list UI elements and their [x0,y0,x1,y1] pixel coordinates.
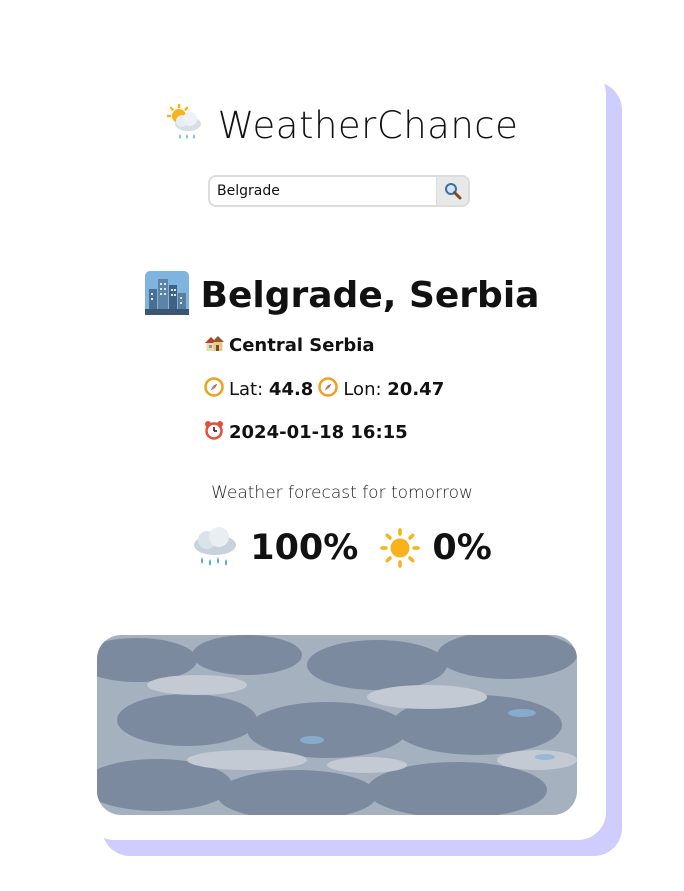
city-name: Belgrade, Serbia [200,275,540,316]
search-button[interactable] [436,177,468,205]
local-datetime: 2024-01-18 16:15 [229,422,408,443]
app-title: WeatherChance [0,103,684,153]
region-row: Central Serbia [204,334,375,357]
lat-value: 44.8 [268,379,314,400]
rain-chance: 100% [192,527,358,569]
forecast-chances: 100% 0% [0,527,684,569]
datetime-row: 2024-01-18 16:15 [204,420,408,445]
app-title-text: WeatherChance [217,104,519,147]
region-name: Central Serbia [229,335,375,356]
sun-icon [380,528,421,568]
sun-behind-rain-cloud-icon [166,103,204,153]
search-box [208,175,470,207]
compass-icon [204,377,224,402]
lon-value: 20.47 [387,379,445,400]
city-heading: Belgrade, Serbia [0,271,684,324]
sun-chance-value: 0% [432,528,492,568]
sun-chance: 0% [380,528,492,568]
alarm-clock-icon [204,420,224,445]
coordinates-row: Lat: 44.8 Lon: 20.47 [204,377,444,402]
lon-label: Lon: [343,379,382,400]
magnifier-icon [444,183,461,200]
forecast-label: Weather forecast for tomorrow [211,483,473,503]
rain-chance-value: 100% [250,528,359,568]
lat-label: Lat: [229,379,264,400]
rain-cloud-icon [194,527,237,566]
compass-icon [318,377,339,402]
cloudy-sky-image [97,635,577,815]
houses-icon [204,334,224,357]
cityscape-icon [144,271,189,324]
search-input[interactable] [210,177,436,205]
